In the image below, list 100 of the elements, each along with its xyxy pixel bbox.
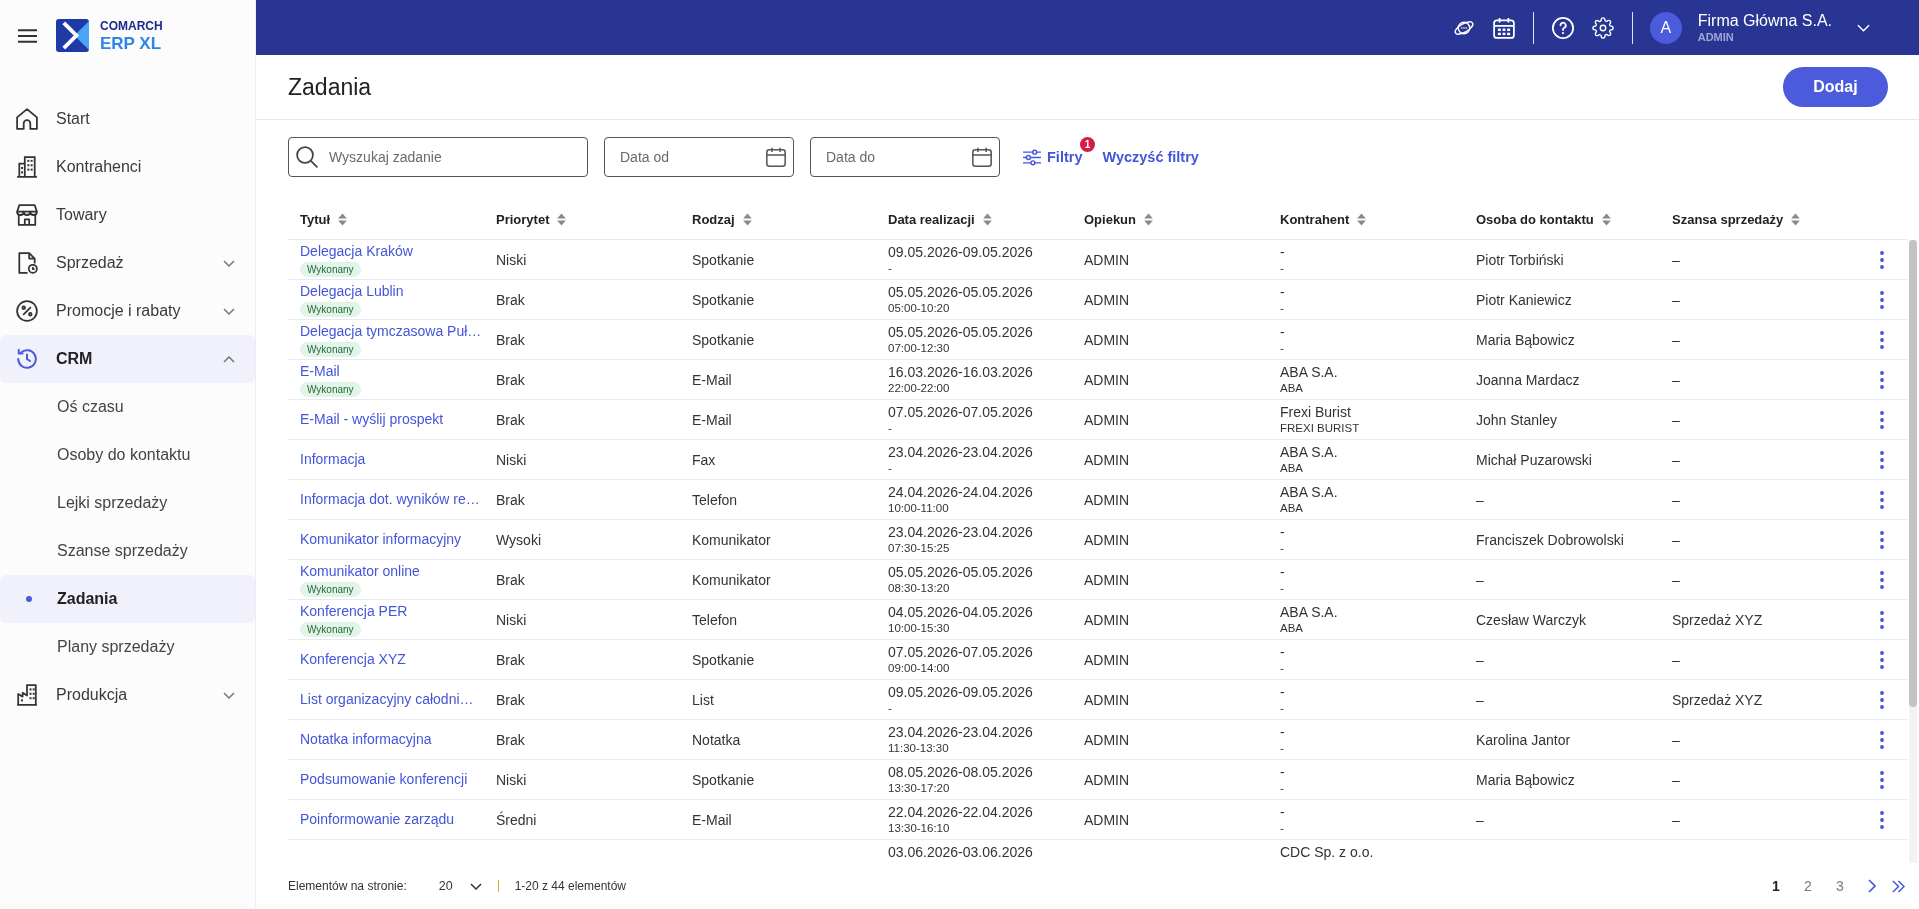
kebab-menu-icon[interactable] [1879,410,1884,429]
sales-opportunity-text: – [1672,251,1680,268]
task-title-link[interactable]: Komunikator informacyjny [300,531,462,548]
kebab-menu-icon[interactable] [1879,450,1884,469]
page-button[interactable]: 2 [1792,870,1824,902]
date-range-text: 04.05.2026-04.05.2026 [888,604,1033,621]
kebab-menu-icon[interactable] [1879,650,1884,669]
nav-item[interactable]: Kontrahenci [0,143,255,191]
scrollbar[interactable] [1909,240,1917,863]
column-header[interactable]: Opiekun [1084,211,1153,227]
task-title-link[interactable]: Notatka informacyjna [300,731,432,748]
bullet-icon [26,596,32,602]
column-header[interactable]: Kontrahent [1280,211,1367,227]
task-title-link[interactable]: Informacja [300,451,366,468]
sort-icon [1791,212,1801,226]
menu-icon[interactable] [18,28,37,43]
task-title-link[interactable]: Delegacja tymczasowa Puł… [300,322,482,340]
task-title-link[interactable]: Delegacja Lublin [300,282,404,300]
time-range-text: - [888,261,892,275]
task-title-link[interactable]: Delegacja Kraków [300,242,413,260]
nav-item[interactable]: CRM [0,335,255,383]
date-range-text: 23.04.2026-23.04.2026 [888,524,1033,541]
contact-person-text: – [1476,691,1484,708]
chevron-right-icon[interactable] [1868,879,1876,893]
task-title-link[interactable]: E-Mail [300,362,340,380]
nav-subitem[interactable]: Lejki sprzedaży [0,479,255,527]
date-range-text: 09.05.2026-09.05.2026 [888,684,1033,701]
page-button[interactable]: 3 [1824,870,1856,902]
clear-filters-link[interactable]: Wyczyść filtry [1102,149,1199,165]
company-code-text: - [1280,701,1284,715]
owner-text: ADMIN [1084,651,1130,668]
chevron-down-icon [223,691,235,699]
kebab-menu-icon[interactable] [1879,330,1884,349]
kebab-menu-icon[interactable] [1879,770,1884,789]
chevron-down-icon[interactable] [1857,23,1870,32]
kebab-menu-icon[interactable] [1879,370,1884,389]
date-from-field[interactable]: Data od [604,137,794,177]
nav-subitem[interactable]: Oś czasu [0,383,255,431]
kebab-menu-icon[interactable] [1879,290,1884,309]
page-button[interactable]: 1 [1760,870,1792,902]
nav-item[interactable]: Start [0,95,255,143]
nav-subitem[interactable]: Osoby do kontaktu [0,431,255,479]
time-range-text: 22:00-22:00 [888,381,950,395]
double-chevron-right-icon[interactable] [1892,879,1905,893]
nav-item[interactable]: Promocje i rabaty [0,287,255,335]
owner-text: ADMIN [1084,491,1130,508]
column-header[interactable]: Osoba do kontaktu [1476,211,1611,227]
task-title-link[interactable]: Konferencja PER [300,602,408,620]
task-title-link[interactable]: E-Mail - wyślij prospekt [300,411,444,428]
kebab-menu-icon[interactable] [1879,690,1884,709]
status-badge: Wykonany [300,261,361,277]
nav-subitem[interactable]: Zadania [0,575,255,623]
column-header[interactable]: Rodzaj [692,211,752,227]
kebab-menu-icon[interactable] [1879,490,1884,509]
company-code-text: - [1280,781,1284,795]
nav-subitem[interactable]: Plany sprzedaży [0,623,255,671]
nav-item[interactable]: Produkcja [0,671,255,719]
search-field[interactable]: Wyszukaj zadanie [288,137,588,177]
help-icon[interactable] [1551,16,1574,39]
date-to-field[interactable]: Data do [810,137,1000,177]
kebab-menu-icon[interactable] [1879,570,1884,589]
company-code-text: - [1280,261,1284,275]
calendar-icon[interactable] [766,147,786,167]
nav-item[interactable]: Sprzedaż [0,239,255,287]
settings-icon[interactable] [1591,16,1614,39]
contact-person-text: – [1476,571,1484,588]
task-title-link[interactable]: List organizacyjny całodni… [300,691,474,708]
column-header[interactable]: Szansa sprzedaży [1672,211,1801,227]
owner-text: ADMIN [1084,451,1130,468]
nav-item[interactable]: Towary [0,191,255,239]
status-badge: Wykonany [300,581,361,597]
calendar-icon[interactable] [972,147,992,167]
task-title-link[interactable]: Poinformowanie zarządu [300,811,455,828]
owner-text: ADMIN [1084,251,1130,268]
kebab-menu-icon[interactable] [1879,730,1884,749]
task-type-text: Telefon [692,611,738,628]
kebab-menu-icon[interactable] [1879,530,1884,549]
user-name: ADMIN [1697,31,1735,43]
calendar-icon[interactable] [1492,16,1515,39]
user-avatar[interactable]: A [1649,11,1682,44]
kebab-menu-icon[interactable] [1879,610,1884,629]
task-title-link[interactable]: Komunikator online [300,562,420,580]
column-header[interactable]: Tytuł [300,211,348,227]
filters-button[interactable]: Filtry [1022,148,1083,166]
task-title-link[interactable]: Podsumowanie konferencji [300,771,468,788]
column-header[interactable]: Data realizacji [888,211,992,227]
nav-subitem[interactable]: Szanse sprzedaży [0,527,255,575]
kebab-menu-icon[interactable] [1879,810,1884,829]
kebab-menu-icon[interactable] [1879,250,1884,269]
date-range-text: 24.04.2026-24.04.2026 [888,484,1033,501]
chevron-up-icon [223,355,235,363]
page-size-label: Elementów na stronie: [288,879,407,893]
column-header[interactable]: Priorytet [496,211,567,227]
task-title-link[interactable]: Informacja dot. wyników re… [300,491,480,508]
page-size-select[interactable]: 20 [438,879,482,893]
company-name-text: - [1280,804,1285,821]
task-title-link[interactable]: Konferencja XYZ [300,651,406,668]
add-button[interactable]: Dodaj [1783,67,1888,107]
document-clock-icon [16,252,38,274]
sales-opportunity-text: – [1672,291,1680,308]
